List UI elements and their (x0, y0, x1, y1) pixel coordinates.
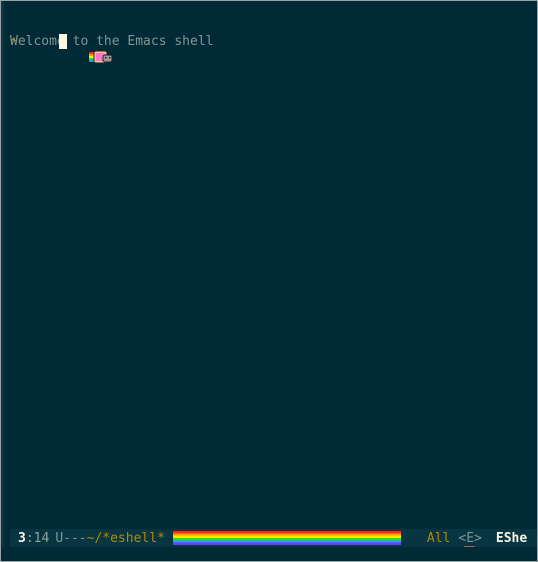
modeline-evil-state: <E> (458, 530, 482, 546)
modeline-column-number: :14 (25, 530, 50, 546)
nyan-cat-icon (399, 530, 484, 560)
minibuffer-area[interactable] (1, 547, 537, 561)
text-cursor (59, 33, 67, 49)
welcome-message: Welcome to the Emacs shell (10, 34, 214, 49)
left-fringe (1, 1, 4, 561)
prompt-line[interactable]: ~ (10, 33, 113, 64)
modeline-line-number: 3 (18, 530, 26, 546)
eshell-buffer[interactable]: Welcome to the Emacs shell ~ (10, 2, 537, 114)
nyan-cat-icon (26, 34, 113, 64)
modeline-buffer-position: All (426, 530, 451, 546)
modeline-buffer-name[interactable]: ~/*eshell* (87, 531, 165, 546)
emacs-frame: Welcome to the Emacs shell ~ 3:14 U--- … (0, 0, 538, 562)
mode-line: 3:14 U--- ~/*eshell* All <E> EShe (10, 529, 537, 560)
modeline-buffer-state: U--- (55, 530, 87, 546)
prompt-directory: ~ (10, 33, 18, 48)
nyan-progress-bar[interactable] (172, 531, 484, 560)
modeline-major-mode[interactable]: EShe (496, 531, 527, 546)
